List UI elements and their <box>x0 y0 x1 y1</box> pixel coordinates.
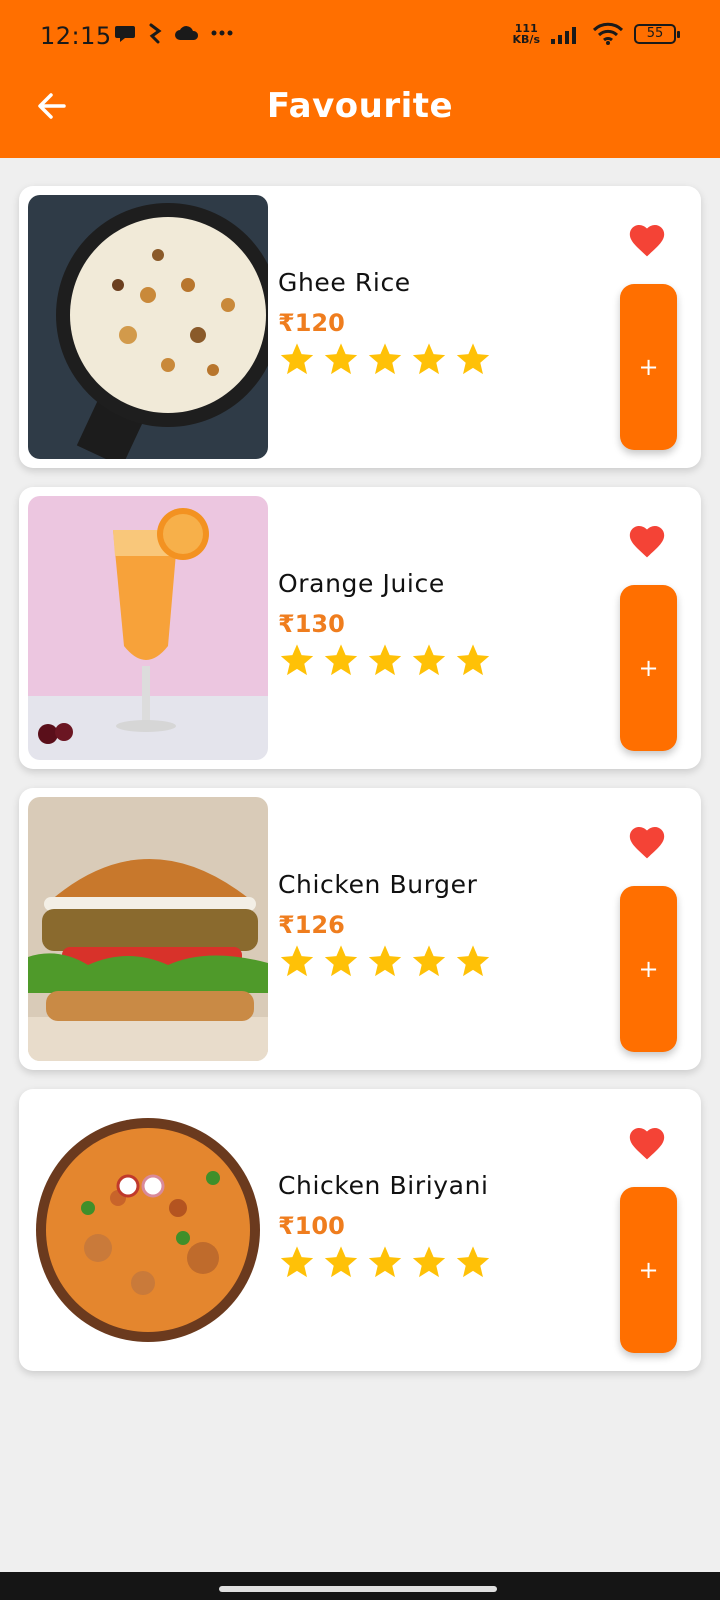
star-icon <box>456 945 490 977</box>
food-name: Ghee Rice <box>278 268 411 297</box>
status-left-icons <box>114 22 234 44</box>
star-icon <box>412 343 446 375</box>
chat-bubble-icon <box>115 26 135 42</box>
add-to-cart-button[interactable]: + <box>620 284 677 450</box>
star-icon <box>456 644 490 676</box>
star-icon <box>456 1246 490 1278</box>
add-to-cart-button[interactable]: + <box>620 1187 677 1353</box>
favourite-list: Ghee Rice ₹120 + Orange Juice ₹130 + Chi… <box>19 186 701 1390</box>
star-icon <box>280 644 314 676</box>
heart-icon[interactable] <box>627 1125 667 1161</box>
food-info: Chicken Biriyani ₹100 <box>278 1171 492 1282</box>
food-image-ghee-rice <box>28 195 268 459</box>
star-icon <box>324 644 358 676</box>
rating-stars <box>278 943 492 981</box>
status-time: 12:15 <box>40 22 112 50</box>
food-info: Orange Juice ₹130 <box>278 569 492 680</box>
food-card[interactable]: Chicken Burger ₹126 + <box>19 788 701 1070</box>
food-card[interactable]: Ghee Rice ₹120 + <box>19 186 701 468</box>
app-icon <box>149 23 162 44</box>
star-icon <box>412 644 446 676</box>
home-gesture-handle[interactable] <box>219 1586 497 1592</box>
food-card[interactable]: Orange Juice ₹130 + <box>19 487 701 769</box>
add-to-cart-button[interactable]: + <box>620 886 677 1052</box>
star-icon <box>368 343 402 375</box>
wifi-icon <box>592 22 624 45</box>
star-icon <box>324 945 358 977</box>
star-icon <box>280 1246 314 1278</box>
star-icon <box>412 945 446 977</box>
food-image-chicken-burger <box>28 797 268 1061</box>
star-icon <box>456 343 490 375</box>
star-icon <box>280 945 314 977</box>
star-icon <box>412 1246 446 1278</box>
cloud-icon <box>175 26 199 40</box>
food-price: ₹100 <box>278 1212 345 1240</box>
star-icon <box>368 644 402 676</box>
add-to-cart-button[interactable]: + <box>620 585 677 751</box>
food-price: ₹120 <box>278 309 345 337</box>
page-title: Favourite <box>266 86 454 126</box>
rating-stars <box>278 1244 492 1282</box>
star-icon <box>368 1246 402 1278</box>
food-price: ₹126 <box>278 911 345 939</box>
food-card[interactable]: Chicken Biriyani ₹100 + <box>19 1089 701 1371</box>
food-price: ₹130 <box>278 610 345 638</box>
net-speed: 111 KB/s <box>513 23 540 45</box>
status-bar: 12:15 111 KB/s 55 <box>0 0 720 72</box>
battery-icon: 55 <box>634 24 680 44</box>
star-icon <box>324 1246 358 1278</box>
star-icon <box>368 945 402 977</box>
heart-icon[interactable] <box>627 824 667 860</box>
app-bar: 12:15 111 KB/s 55 Favourite <box>0 0 720 158</box>
rating-stars <box>278 642 492 680</box>
food-image-orange-juice <box>28 496 268 760</box>
food-name: Chicken Burger <box>278 870 478 899</box>
more-dots-icon <box>211 30 233 36</box>
signal-icon <box>551 27 576 44</box>
star-icon <box>324 343 358 375</box>
heart-icon[interactable] <box>627 222 667 258</box>
status-right-icons: 111 KB/s 55 <box>513 22 680 46</box>
star-icon <box>280 343 314 375</box>
food-image-chicken-biriyani <box>28 1098 268 1362</box>
food-info: Ghee Rice ₹120 <box>278 268 492 379</box>
rating-stars <box>278 341 492 379</box>
food-info: Chicken Burger ₹126 <box>278 870 492 981</box>
heart-icon[interactable] <box>627 523 667 559</box>
net-speed-unit: KB/s <box>512 33 540 46</box>
food-name: Chicken Biriyani <box>278 1171 489 1200</box>
food-name: Orange Juice <box>278 569 445 598</box>
